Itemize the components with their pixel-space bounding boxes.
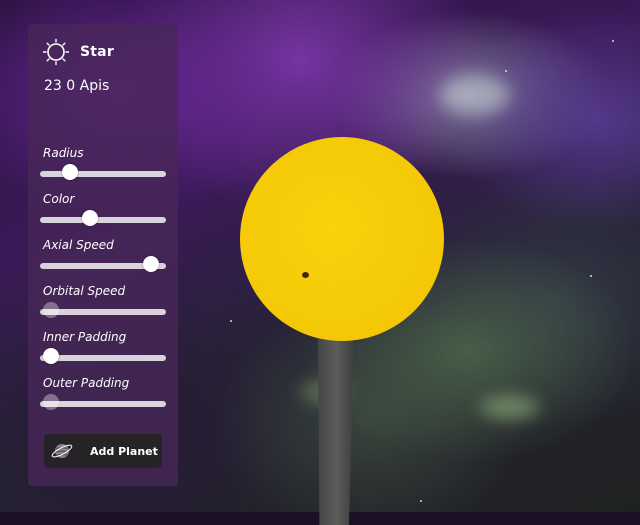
- nebula-glow: [480, 395, 540, 420]
- axial-speed-label: Axial Speed: [43, 238, 114, 252]
- background-star: [230, 320, 232, 322]
- inner-padding-control: Inner Padding: [40, 330, 166, 370]
- axial-speed-slider-thumb[interactable]: [143, 256, 160, 272]
- background-star: [590, 275, 592, 277]
- color-slider-track[interactable]: [40, 217, 166, 223]
- radius-label: Radius: [43, 146, 84, 160]
- axial-speed-control: Axial Speed: [40, 238, 166, 278]
- control-panel: Star 23 0 Apis Radius Color Axial Speed …: [28, 24, 178, 486]
- nebula-glow: [440, 75, 510, 115]
- orbital-speed-slider-thumb[interactable]: [43, 302, 60, 318]
- sunspot: [302, 272, 309, 278]
- outer-padding-control: Outer Padding: [40, 376, 166, 416]
- radius-slider-track[interactable]: [40, 171, 166, 177]
- sun-icon: [42, 38, 70, 66]
- radius-control: Radius: [40, 146, 166, 186]
- star-sphere[interactable]: [240, 137, 444, 341]
- color-label: Color: [43, 192, 75, 206]
- color-control: Color: [40, 192, 166, 232]
- outer-padding-slider-thumb[interactable]: [43, 394, 60, 410]
- panel-title: Star: [80, 44, 114, 60]
- add-planet-button[interactable]: Add Planet: [44, 434, 162, 468]
- orbital-speed-label: Orbital Speed: [43, 284, 126, 298]
- add-planet-label: Add Planet: [90, 444, 158, 458]
- inner-padding-slider-thumb[interactable]: [43, 348, 60, 364]
- fps-counter: 23 0 Apis: [44, 78, 110, 94]
- star-axis: [318, 335, 354, 525]
- background-star: [505, 70, 507, 72]
- color-slider-thumb[interactable]: [81, 210, 98, 226]
- background-star: [612, 40, 614, 42]
- panel-header: Star: [42, 38, 114, 66]
- radius-slider-thumb[interactable]: [62, 164, 78, 180]
- planet-icon: [51, 444, 73, 458]
- background-star: [420, 500, 422, 502]
- outer-padding-label: Outer Padding: [43, 376, 130, 390]
- inner-padding-label: Inner Padding: [43, 330, 127, 344]
- orbital-speed-control: Orbital Speed: [40, 284, 166, 324]
